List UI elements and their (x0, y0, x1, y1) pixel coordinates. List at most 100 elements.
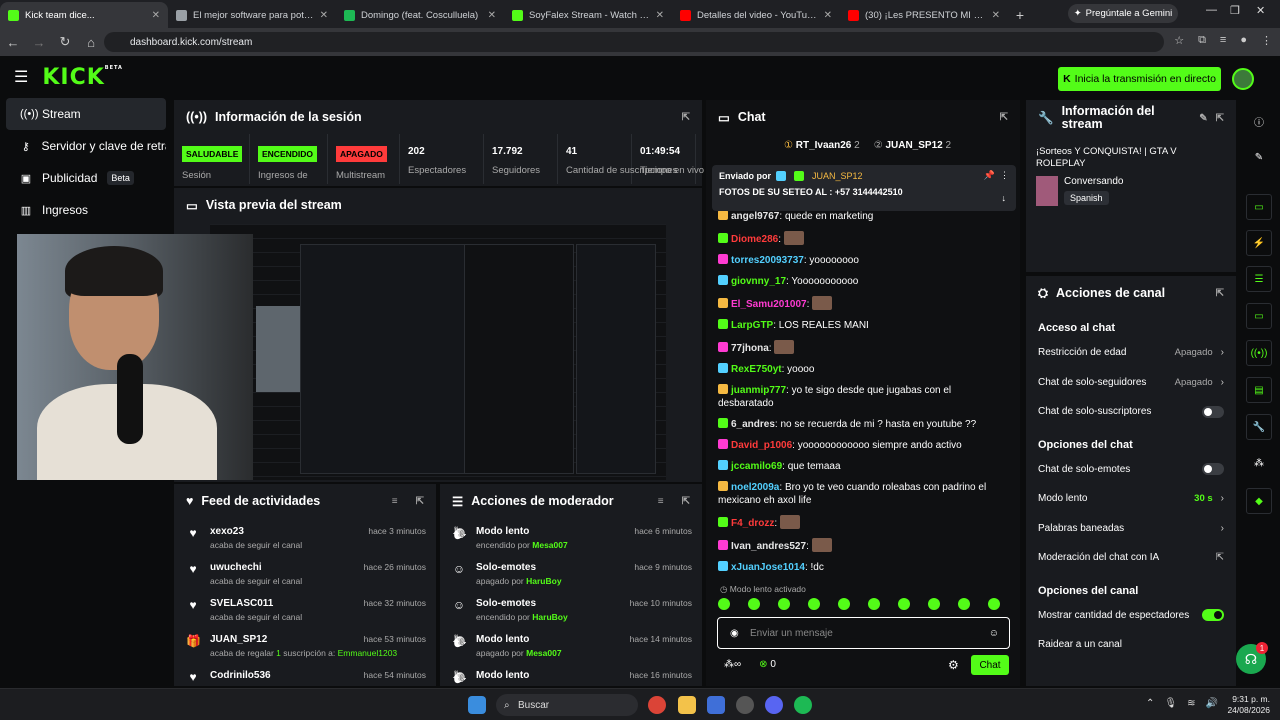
discord-icon[interactable] (765, 696, 783, 714)
toggle[interactable] (1202, 463, 1224, 476)
tab-close-icon[interactable]: ✕ (320, 10, 328, 21)
chat-username[interactable]: noel2009a (731, 482, 779, 493)
mod-action-item[interactable]: 🐌 Modo lento encendido por Mesa007 hace 6 m… (440, 518, 702, 554)
emote-icon[interactable] (958, 598, 970, 610)
popout-icon[interactable]: ⇱ (1000, 112, 1008, 123)
hamburger-icon[interactable]: ☰ (14, 67, 28, 87)
infinity-icon[interactable]: ⁂∞ (724, 659, 741, 670)
chat-send-button[interactable]: Chat (971, 655, 1009, 675)
broadcast-icon[interactable]: ((•)) (1246, 340, 1272, 366)
chrome-icon[interactable] (648, 696, 666, 714)
extensions-icon[interactable]: ⧉ (1198, 34, 1206, 47)
gifter-1[interactable]: ① RT_Ivaan26 2 (784, 140, 860, 151)
more-icon[interactable]: ⋮ (1000, 170, 1009, 181)
chat-message[interactable]: El_Samu201007: (706, 296, 1020, 311)
chat-username[interactable]: 6_andres (731, 419, 775, 430)
setting-row[interactable]: Palabras baneadas › (1026, 514, 1236, 544)
browser-tab[interactable]: Domingo (feat. Cosculluela) ✕ (336, 2, 504, 28)
popout-icon[interactable]: ⇱ (1216, 288, 1224, 299)
mod-action-item[interactable]: 🐌 Modo lento hace 16 minutos (440, 662, 702, 686)
profile-icon[interactable]: ● (1240, 34, 1247, 47)
chat-message[interactable]: Diome286: (706, 231, 1020, 246)
new-tab-icon[interactable]: + (1008, 2, 1032, 28)
network-icon[interactable]: ⁂ (1246, 450, 1272, 476)
emote-icon[interactable] (988, 598, 1000, 610)
emote-icon[interactable] (898, 598, 910, 610)
chat-username[interactable]: Diome286 (731, 234, 778, 245)
stream-preview-video[interactable] (210, 224, 666, 480)
chat-username[interactable]: angel9767 (731, 211, 779, 222)
reload-icon[interactable]: ↻ (52, 34, 78, 50)
emote-icon[interactable] (718, 598, 730, 610)
setting-row[interactable]: Chat de solo-emotes (1026, 455, 1236, 485)
store-icon[interactable] (707, 696, 725, 714)
chat-message[interactable]: 77jhona: (706, 340, 1020, 355)
settings-icon[interactable]: ⚙ (948, 658, 959, 672)
minimize-icon[interactable]: — (1206, 4, 1217, 16)
clock[interactable]: 9:31 p. m. 24/08/2026 (1227, 694, 1270, 716)
users-icon[interactable]: ▤ (1246, 377, 1272, 403)
toggle[interactable] (1202, 405, 1224, 418)
emote-icon[interactable] (748, 598, 760, 610)
mod-action-item[interactable]: 🐌 Modo lento apagado por Mesa007 hace 14 mi… (440, 626, 702, 662)
chat-username[interactable]: 77jhona (731, 343, 769, 354)
pinned-message[interactable]: Enviado por JUAN_SP12 📌 ⋮ FOTOS DE SU SETEO… (712, 165, 1016, 211)
chat-message[interactable]: giovnny_17: Yooooooooooo (706, 275, 1020, 288)
setting-row[interactable]: Modo lento 30 s › (1026, 484, 1236, 514)
maximize-icon[interactable]: ❐ (1230, 4, 1240, 17)
emote-icon[interactable] (868, 598, 880, 610)
setting-row[interactable]: Moderación del chat con IA ⇱ (1026, 543, 1236, 573)
emote-icon[interactable] (808, 598, 820, 610)
avatar[interactable] (1232, 68, 1254, 90)
chat-input[interactable]: Enviar un mensaje ◉ ☺ (717, 617, 1010, 649)
chat-message[interactable]: RexE750yt: yoooo (706, 363, 1020, 376)
points[interactable]: ⊗ 0 (759, 659, 776, 670)
browser-tab[interactable]: SoyFalex Stream - Watch Live o ✕ (504, 2, 672, 28)
tab-close-icon[interactable]: ✕ (488, 10, 496, 21)
browser-tab[interactable]: El mejor software para potencia ✕ (168, 2, 336, 28)
popout-icon[interactable]: ⇱ (416, 496, 424, 507)
popout-icon[interactable]: ⇱ (682, 112, 690, 123)
chat-username[interactable]: xJuanJose1014 (731, 562, 805, 573)
feed-item[interactable]: ♥ SVELASC011 acaba de seguir el canal hace … (174, 590, 436, 626)
spotify-icon[interactable] (794, 696, 812, 714)
filter-icon[interactable]: ≡ (658, 496, 664, 507)
tray-icons[interactable]: ⌃ 🎙 ≋ 🔊 (1146, 698, 1218, 709)
setting-row[interactable]: Mostrar cantidad de espectadores (1026, 601, 1236, 631)
wrench-icon[interactable]: 🔧 (1246, 414, 1272, 440)
sidebar-item-stream[interactable]: ((•)) Stream (6, 98, 166, 130)
chat-message[interactable]: F4_drozz: (706, 515, 1020, 530)
chat-message[interactable]: David_p1006: yoooooooooooo siempre ando … (706, 439, 1020, 452)
setting-row[interactable]: Chat de solo-seguidores Apagado › (1026, 368, 1236, 398)
chat-username[interactable]: Ivan_andres527 (731, 541, 806, 552)
menu-icon[interactable]: ⋮ (1261, 34, 1272, 47)
filter-icon[interactable]: ≡ (392, 496, 398, 507)
taskbar-search[interactable]: ⌕ Buscar (496, 694, 638, 716)
chat-message[interactable]: Ivan_andres527: (706, 538, 1020, 553)
emote-icon[interactable] (928, 598, 940, 610)
mod-action-item[interactable]: ☺ Solo-emotes encendido por HaruBoy hace 10… (440, 590, 702, 626)
edit-icon[interactable]: ✎ (1199, 113, 1207, 124)
chat-username[interactable]: RexE750yt (731, 364, 782, 375)
feed-item[interactable]: ♥ uwuchechi acaba de seguir el canal hace 2… (174, 554, 436, 590)
forward-icon[interactable]: → (26, 35, 52, 50)
layout-icon[interactable]: ▭ (1246, 194, 1272, 220)
browser-tab[interactable]: Detalles del video - YouTube St ✕ (672, 2, 840, 28)
setting-row[interactable]: Restricción de edad Apagado › (1026, 338, 1236, 368)
pin-icon[interactable]: 📌 (984, 170, 995, 181)
kick-logo[interactable]: KICKBETA (42, 65, 123, 90)
info-icon[interactable]: ⓘ (1246, 108, 1272, 134)
sidebar-item-revenue[interactable]: ▥ Ingresos (6, 194, 166, 226)
home-icon[interactable]: ⌂ (78, 35, 104, 50)
help-bubble[interactable]: ☊ 1 (1236, 642, 1268, 674)
chat-message[interactable]: jccamilo69: que temaaa (706, 460, 1020, 473)
chat-message[interactable]: torres20093737: yoooooooo (706, 254, 1020, 267)
popout-icon[interactable]: ⇱ (1216, 113, 1224, 124)
back-icon[interactable]: ← (0, 35, 26, 50)
windows-start-icon[interactable] (468, 696, 486, 714)
browser-tab[interactable]: (30) ¡Les PRESENTO MI NUEVO ✕ (840, 2, 1008, 28)
tab-close-icon[interactable]: ✕ (656, 10, 664, 21)
chat-message[interactable]: juanmip777: yo te sigo desde que jugabas… (706, 384, 1020, 410)
tab-close-icon[interactable]: ✕ (152, 10, 160, 21)
pencil-icon[interactable]: ✎ (1246, 144, 1272, 170)
